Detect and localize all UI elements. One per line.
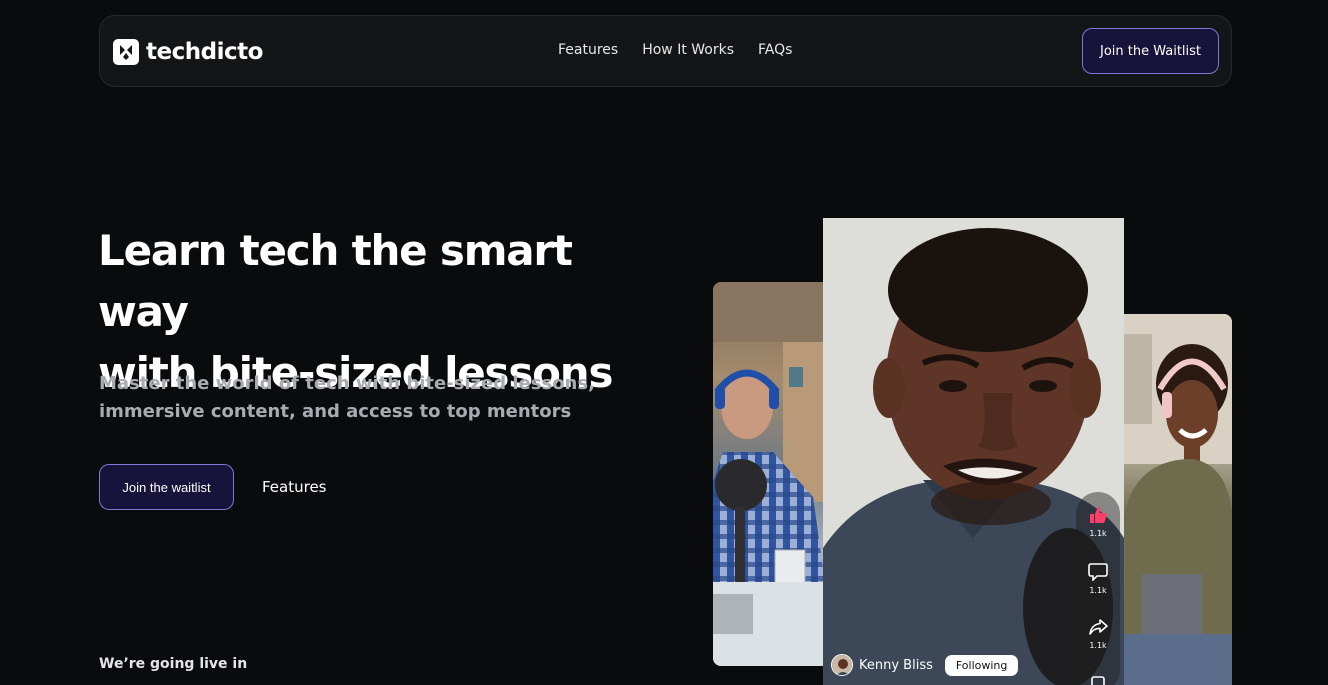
creator-name[interactable]: Kenny Bliss bbox=[859, 658, 933, 673]
launch-countdown-label: We’re going live in bbox=[99, 656, 248, 672]
thumbs-up-icon bbox=[1090, 507, 1107, 523]
join-waitlist-hero-button[interactable]: Join the waitlist bbox=[99, 464, 234, 510]
like-count: 1.1k bbox=[1089, 529, 1107, 538]
nav-links: Features How It Works FAQs bbox=[558, 42, 792, 58]
more-action[interactable] bbox=[1076, 672, 1120, 685]
comment-icon bbox=[1088, 563, 1108, 582]
hero-title-line-1: Learn tech the smart way bbox=[98, 226, 573, 336]
share-icon bbox=[1089, 619, 1108, 635]
brand-logo[interactable]: techdicto bbox=[113, 38, 263, 66]
hero-subtitle-line-1: Master the world of tech with bite-sized… bbox=[99, 373, 595, 394]
logo-mark-icon bbox=[113, 39, 139, 65]
podcast-scene-illustration bbox=[713, 282, 825, 666]
bookmark-icon bbox=[1091, 676, 1105, 685]
hero-subtitle-line-2: immersive content, and access to top men… bbox=[99, 401, 572, 422]
hero-subtitle: Master the world of tech with bite-sized… bbox=[99, 370, 599, 426]
avatar-face-icon bbox=[832, 655, 852, 675]
student-scene-illustration bbox=[1122, 314, 1232, 685]
following-button[interactable]: Following bbox=[944, 654, 1019, 676]
comment-count: 1.1k bbox=[1089, 586, 1107, 595]
share-action[interactable]: 1.1k bbox=[1076, 618, 1120, 650]
comment-action[interactable]: 1.1k bbox=[1076, 562, 1120, 595]
nav-link-how-it-works[interactable]: How It Works bbox=[642, 42, 734, 58]
video-card-student bbox=[1122, 314, 1232, 685]
nav-link-faqs[interactable]: FAQs bbox=[758, 42, 792, 58]
video-card-podcast bbox=[713, 282, 825, 666]
top-navbar: techdicto Features How It Works FAQs Joi… bbox=[99, 15, 1232, 87]
join-waitlist-nav-button[interactable]: Join the Waitlist bbox=[1082, 28, 1219, 74]
features-hero-link[interactable]: Features bbox=[262, 478, 327, 496]
share-count: 1.1k bbox=[1089, 641, 1107, 650]
video-card-main[interactable]: 1.1k 1.1k 1.1k Kenny Bliss Following bbox=[823, 218, 1124, 685]
video-actions-rail: 1.1k 1.1k 1.1k bbox=[1076, 492, 1120, 685]
creator-avatar[interactable] bbox=[831, 654, 853, 676]
creator-info: Kenny Bliss Following bbox=[831, 654, 1019, 676]
nav-link-features[interactable]: Features bbox=[558, 42, 618, 58]
like-action[interactable]: 1.1k bbox=[1076, 506, 1120, 538]
brand-name: techdicto bbox=[146, 39, 263, 65]
